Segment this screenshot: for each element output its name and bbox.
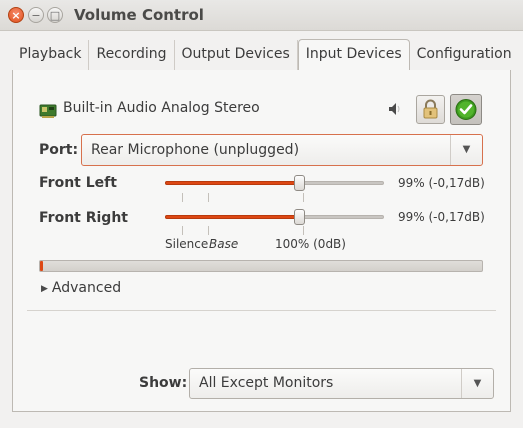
window-title: Volume Control	[74, 6, 204, 24]
chevron-down-icon: ▼	[461, 369, 493, 398]
show-dropdown[interactable]: All Except Monitors ▼	[189, 368, 494, 399]
set-default-button[interactable]	[450, 94, 482, 125]
hundred-tick	[303, 193, 304, 202]
tab-input-devices[interactable]: Input Devices	[297, 39, 410, 70]
speaker-icon[interactable]	[387, 101, 403, 117]
lock-channels-button[interactable]	[416, 95, 445, 124]
chevron-down-icon: ▼	[450, 135, 482, 165]
port-value: Rear Microphone (unplugged)	[91, 142, 300, 158]
slider-handle[interactable]	[293, 175, 305, 191]
tab-recording[interactable]: Recording	[89, 40, 175, 70]
tab-output-devices[interactable]: Output Devices	[175, 40, 298, 70]
sound-card-icon	[39, 104, 57, 118]
channel-label-front-right: Front Right	[39, 210, 128, 226]
advanced-label: Advanced	[51, 280, 122, 296]
front-left-value: 99% (-0,17dB)	[398, 176, 485, 190]
padlock-icon	[423, 99, 438, 119]
maximize-icon: □	[49, 9, 61, 22]
maximize-button[interactable]: □	[47, 7, 63, 23]
minimize-icon: −	[31, 9, 41, 22]
channel-label-front-left: Front Left	[39, 175, 117, 191]
hundred-tick	[303, 226, 304, 235]
close-icon: ×	[11, 9, 21, 22]
base-tick	[208, 226, 209, 235]
expander-arrow-icon: ▶	[41, 284, 48, 294]
base-tick	[208, 193, 209, 202]
front-left-slider[interactable]	[165, 175, 384, 191]
tab-bar: Playback Recording Output Devices Input …	[12, 39, 519, 70]
show-label: Show:	[139, 375, 188, 391]
tab-playback[interactable]: Playback	[12, 40, 90, 70]
tab-configuration[interactable]: Configuration	[410, 40, 519, 70]
checkmark-icon	[455, 99, 477, 120]
minimize-button[interactable]: −	[28, 7, 44, 23]
slider-handle[interactable]	[293, 209, 305, 225]
title-bar: × − □ Volume Control	[0, 0, 523, 31]
device-name: Built-in Audio Analog Stereo	[63, 100, 260, 116]
silence-tick	[182, 193, 183, 202]
scale-mark-silence: Silence	[165, 237, 209, 251]
show-value: All Except Monitors	[199, 375, 334, 391]
slider-fill	[165, 181, 299, 185]
close-button[interactable]: ×	[8, 7, 24, 23]
silence-tick	[182, 226, 183, 235]
front-right-value: 99% (-0,17dB)	[398, 210, 485, 224]
advanced-expander[interactable]: ▶ Advanced	[41, 280, 121, 296]
front-right-slider[interactable]	[165, 209, 384, 225]
meter-fill	[40, 261, 43, 271]
slider-fill	[165, 215, 299, 219]
input-level-meter	[39, 260, 483, 272]
separator	[27, 310, 496, 311]
port-dropdown[interactable]: Rear Microphone (unplugged) ▼	[81, 134, 483, 166]
scale-mark-base: Base	[209, 237, 239, 251]
port-label: Port:	[39, 142, 79, 158]
scale-mark-hundred: 100% (0dB)	[275, 237, 346, 251]
